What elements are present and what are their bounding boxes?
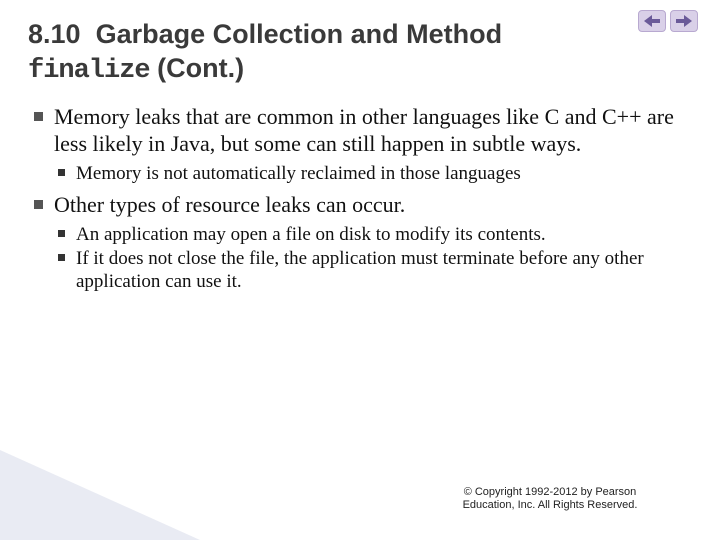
prev-arrow-icon xyxy=(644,15,660,27)
slide: 8.10 Garbage Collection and Method final… xyxy=(0,0,720,540)
slide-title: 8.10 Garbage Collection and Method final… xyxy=(28,18,692,89)
next-arrow-icon xyxy=(676,15,692,27)
sub-bullet-text: If it does not close the file, the appli… xyxy=(76,248,644,293)
sub-bullet-text: Memory is not automatically reclaimed in… xyxy=(76,163,521,184)
title-main: Garbage Collection and Method xyxy=(96,19,503,49)
bullet-text: Other types of resource leaks can occur. xyxy=(54,192,405,217)
title-code: finalize xyxy=(28,56,150,86)
bullet-l2: An application may open a file on disk t… xyxy=(28,223,692,247)
footer-line: Education, Inc. All Rights Reserved. xyxy=(463,499,638,511)
title-suffix: (Cont.) xyxy=(157,53,244,83)
title-section-number: 8.10 xyxy=(28,19,81,49)
sub-bullet-group: An application may open a file on disk t… xyxy=(28,223,692,294)
slide-body: Memory leaks that are common in other la… xyxy=(28,103,692,295)
sub-bullet-group: Memory is not automatically reclaimed in… xyxy=(28,162,692,186)
footer-line: © Copyright 1992-2012 by Pearson xyxy=(464,486,637,498)
copyright-footer: © Copyright 1992-2012 by Pearson Educati… xyxy=(420,486,680,512)
sub-bullet-text: An application may open a file on disk t… xyxy=(76,224,546,245)
bullet-text: Memory leaks that are common in other la… xyxy=(54,104,674,157)
decorative-wedge xyxy=(0,450,200,540)
nav-controls xyxy=(638,10,698,32)
bullet-l1: Other types of resource leaks can occur. xyxy=(28,191,692,219)
bullet-l2: If it does not close the file, the appli… xyxy=(28,247,692,295)
bullet-l1: Memory leaks that are common in other la… xyxy=(28,103,692,158)
prev-button[interactable] xyxy=(638,10,666,32)
next-button[interactable] xyxy=(670,10,698,32)
bullet-l2: Memory is not automatically reclaimed in… xyxy=(28,162,692,186)
